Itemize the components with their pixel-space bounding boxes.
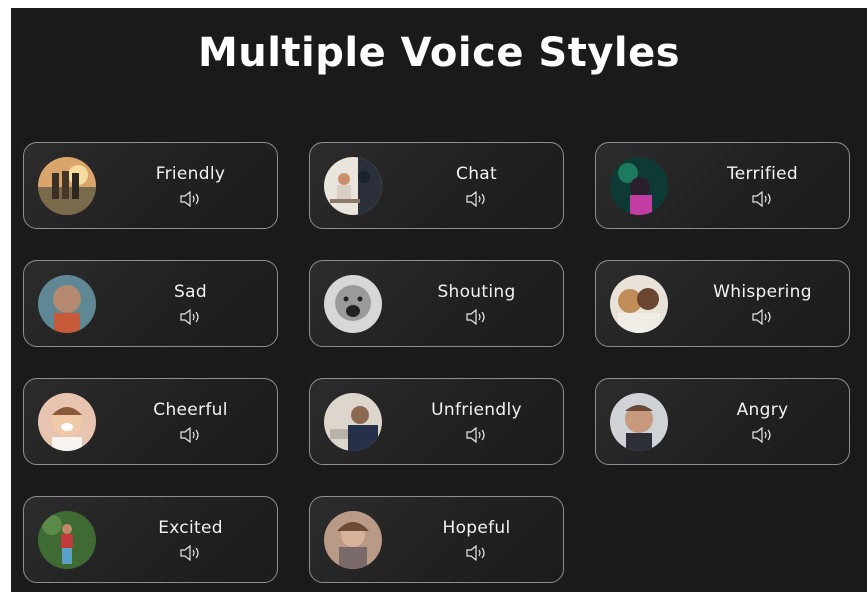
voice-style-label: Unfriendly [431,400,522,420]
avatar [324,393,382,451]
voice-style-label: Excited [158,518,223,538]
voice-card-excited[interactable]: Excited [23,496,278,583]
speaker-icon[interactable] [686,427,839,443]
voice-style-label: Whispering [713,282,812,302]
voice-card-angry[interactable]: Angry [595,378,850,465]
voice-card-hopeful[interactable]: Hopeful [309,496,564,583]
avatar [38,157,96,215]
speaker-icon[interactable] [114,545,267,561]
avatar [324,275,382,333]
speaker-icon[interactable] [686,309,839,325]
voice-style-label: Terrified [726,164,798,184]
avatar [610,393,668,451]
voice-card-unfriendly[interactable]: Unfriendly [309,378,564,465]
avatar [324,511,382,569]
speaker-icon[interactable] [114,191,267,207]
speaker-icon[interactable] [400,191,553,207]
voice-style-label: Chat [456,164,497,184]
speaker-icon[interactable] [114,309,267,325]
voice-card-whispering[interactable]: Whispering [595,260,850,347]
avatar [38,511,96,569]
avatar [38,275,96,333]
speaker-icon[interactable] [400,427,553,443]
page-title: Multiple Voice Styles [197,30,681,76]
speaker-icon[interactable] [400,309,553,325]
voice-style-label: Cheerful [153,400,228,420]
speaker-icon[interactable] [400,545,553,561]
voice-card-sad[interactable]: Sad [23,260,278,347]
voice-card-friendly[interactable]: Friendly [23,142,278,229]
avatar [610,275,668,333]
voice-style-label: Sad [174,282,207,302]
voice-style-label: Angry [736,400,789,420]
voice-card-shouting[interactable]: Shouting [309,260,564,347]
speaker-icon[interactable] [114,427,267,443]
voice-style-label: Shouting [437,282,516,302]
avatar [324,157,382,215]
voice-styles-panel: Multiple Voice Styles Friendly Chat Terr… [11,8,867,592]
voice-card-cheerful[interactable]: Cheerful [23,378,278,465]
voice-style-label: Hopeful [442,518,511,538]
voice-style-label: Friendly [155,164,226,184]
avatar [38,393,96,451]
voice-card-chat[interactable]: Chat [309,142,564,229]
voice-card-terrified[interactable]: Terrified [595,142,850,229]
speaker-icon[interactable] [686,191,839,207]
avatar [610,157,668,215]
